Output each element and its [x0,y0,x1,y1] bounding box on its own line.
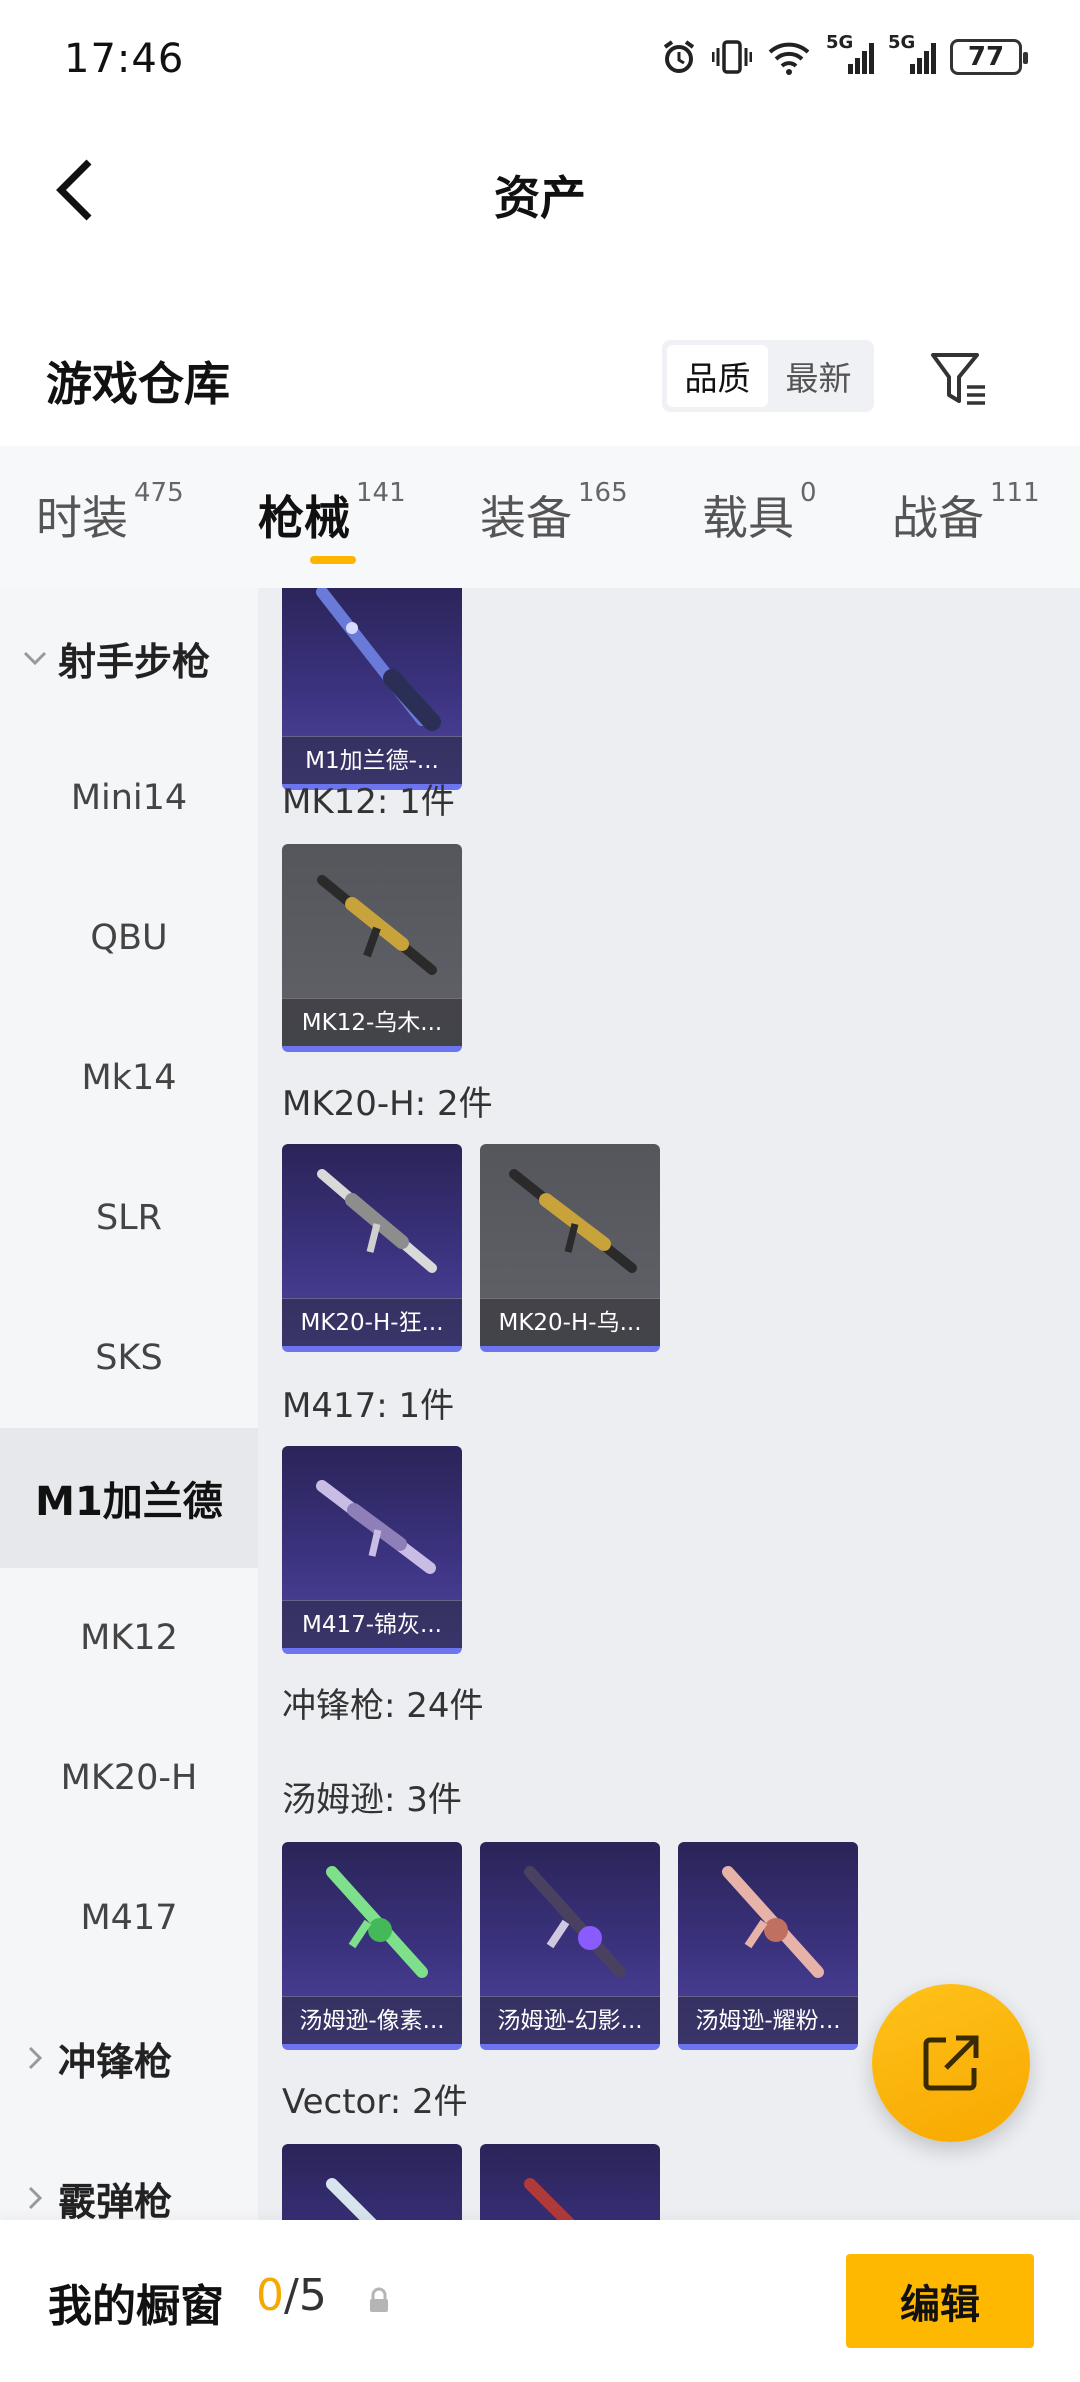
showcase-label: 我的橱窗 [48,2281,224,2332]
weapon-card-label: 汤姆逊-耀粉... [678,1996,858,2044]
weapon-card[interactable]: MK20-H-乌... [480,1144,660,1352]
weapon-card[interactable]: M417-锦灰... [282,1446,462,1654]
weapon-type-sidebar: 射手步枪 Mini14 QBU Mk14 SLR SKS M1加兰德 MK12 … [0,588,258,2220]
network-type-label: 5G [826,32,854,53]
network-type-label-2: 5G [888,32,916,53]
weapon-card-label: MK20-H-乌... [480,1298,660,1346]
tab-vehicles[interactable]: 载具 0 [702,478,817,548]
tab-count: 111 [990,478,1040,508]
sidebar-item-mk20h[interactable]: MK20-H [0,1708,258,1848]
lock-icon [370,2287,388,2312]
weapon-card-label: MK20-H-狂... [282,1298,462,1346]
filter-button[interactable] [924,344,994,414]
warehouse-title: 游戏仓库 [46,357,230,411]
battery-indicator: 77 [950,39,1028,75]
alarm-icon [660,38,698,76]
showcase-used: 0 [256,2270,284,2321]
weapon-card[interactable]: 汤姆逊-幻影... [480,1842,660,2050]
weapon-card[interactable]: M1加兰德-... [282,588,462,790]
smg-image [524,2178,575,2220]
smg-image [722,1866,824,1978]
weapon-card[interactable] [480,2144,660,2220]
tab-label: 枪械 [258,491,350,545]
rifle-image [316,1480,436,1574]
sidebar-item-label: 霰弹枪 [58,2179,173,2221]
sidebar-item-mini14[interactable]: Mini14 [0,728,258,868]
weapon-card-label: M417-锦灰... [282,1600,462,1648]
rifle-image [316,588,441,731]
vibrate-icon [712,38,752,76]
sidebar-item-m1-garand[interactable]: M1加兰德 [0,1428,258,1568]
page-title: 资产 [494,171,586,225]
tab-count: 0 [800,478,817,508]
tab-label: 载具 [702,491,794,545]
smg-image [326,1866,428,1978]
rifle-image [317,1169,437,1273]
rifle-image [317,875,437,975]
sort-quality-button[interactable]: 品质 [667,345,768,407]
tab-equipment[interactable]: 装备 165 [480,478,628,548]
weapon-card-label: 汤姆逊-像素... [282,1996,462,2044]
wifi-icon [766,38,812,76]
rifle-image [509,1169,637,1273]
sidebar-item-mk14[interactable]: Mk14 [0,1008,258,1148]
sidebar-item-slr[interactable]: SLR [0,1148,258,1288]
nav-bar: 资产 [0,140,1080,240]
smg-image [326,2178,377,2220]
sidebar-item-m417[interactable]: M417 [0,1848,258,1988]
status-bar: 17:46 5G 5G 77 [0,0,1080,120]
sort-latest-button[interactable]: 最新 [768,345,869,407]
chevron-right-icon [20,2186,50,2210]
group-label-m417: M417: 1件 [282,1386,455,1426]
tab-count: 141 [356,478,406,508]
category-tabs: 时装 475 枪械 141 装备 165 载具 0 战备 111 [0,446,1080,588]
tab-label: 战备 [892,491,984,545]
tab-label: 时装 [36,491,128,545]
group-label-thompson: 汤姆逊: 3件 [282,1780,462,1820]
group-label-vector: Vector: 2件 [282,2082,468,2122]
sidebar-item-mk12[interactable]: MK12 [0,1568,258,1708]
weapon-card[interactable]: MK20-H-狂... [282,1144,462,1352]
sidebar-group-smg[interactable]: 冲锋枪 [0,1988,258,2128]
tab-label: 装备 [480,491,572,545]
edit-button[interactable]: 编辑 [846,2254,1034,2348]
tab-gear[interactable]: 战备 111 [892,478,1040,548]
group-label-smg: 冲锋枪: 24件 [282,1686,484,1726]
group-label-mk20h: MK20-H: 2件 [282,1084,493,1124]
section-header: 游戏仓库 品质 最新 [0,330,1080,430]
sidebar-item-label: 冲锋枪 [58,2039,173,2084]
weapon-card[interactable] [282,2144,462,2220]
signal-5g-icon-2: 5G [888,32,936,76]
sidebar-group-shotgun[interactable]: 霰弹枪 [0,2128,258,2220]
weapon-card[interactable]: 汤姆逊-耀粉... [678,1842,858,2050]
filter-icon [931,353,985,405]
share-button[interactable] [872,1984,1030,2142]
weapon-card[interactable]: 汤姆逊-像素... [282,1842,462,2050]
weapon-list: M1加兰德-... MK12: 1件 MK12-乌木... MK20-H: 2件… [258,588,1080,2220]
signal-5g-icon: 5G [826,32,874,76]
share-icon [923,2035,979,2091]
tab-fashion[interactable]: 时装 475 [36,478,184,548]
chevron-right-icon [20,2046,50,2070]
status-icons: 5G 5G 77 [660,32,1028,76]
chevron-down-icon [20,650,50,666]
active-tab-indicator [310,556,356,564]
status-time: 17:46 [64,36,185,82]
sidebar-item-label: 射手步枪 [58,639,211,684]
weapon-card-label: MK12-乌木... [282,998,462,1046]
sidebar-group-marksman-rifles[interactable]: 射手步枪 [0,588,258,728]
tab-count: 475 [134,478,184,508]
group-label-mk12: MK12: 1件 [282,782,455,822]
weapon-card[interactable]: MK12-乌木... [282,844,462,1052]
weapon-card-label: 汤姆逊-幻影... [480,1996,660,2044]
tab-weapons[interactable]: 枪械 141 [258,478,406,548]
smg-image [524,1866,626,1978]
showcase-total: /5 [284,2270,327,2321]
sort-toggle: 品质 最新 [662,340,874,412]
tab-count: 165 [578,478,628,508]
showcase-count: 0/5 [256,2270,327,2321]
bottom-bar: 我的橱窗 0/5 编辑 [0,2220,1080,2382]
sidebar-item-qbu[interactable]: QBU [0,868,258,1008]
sidebar-item-sks[interactable]: SKS [0,1288,258,1428]
